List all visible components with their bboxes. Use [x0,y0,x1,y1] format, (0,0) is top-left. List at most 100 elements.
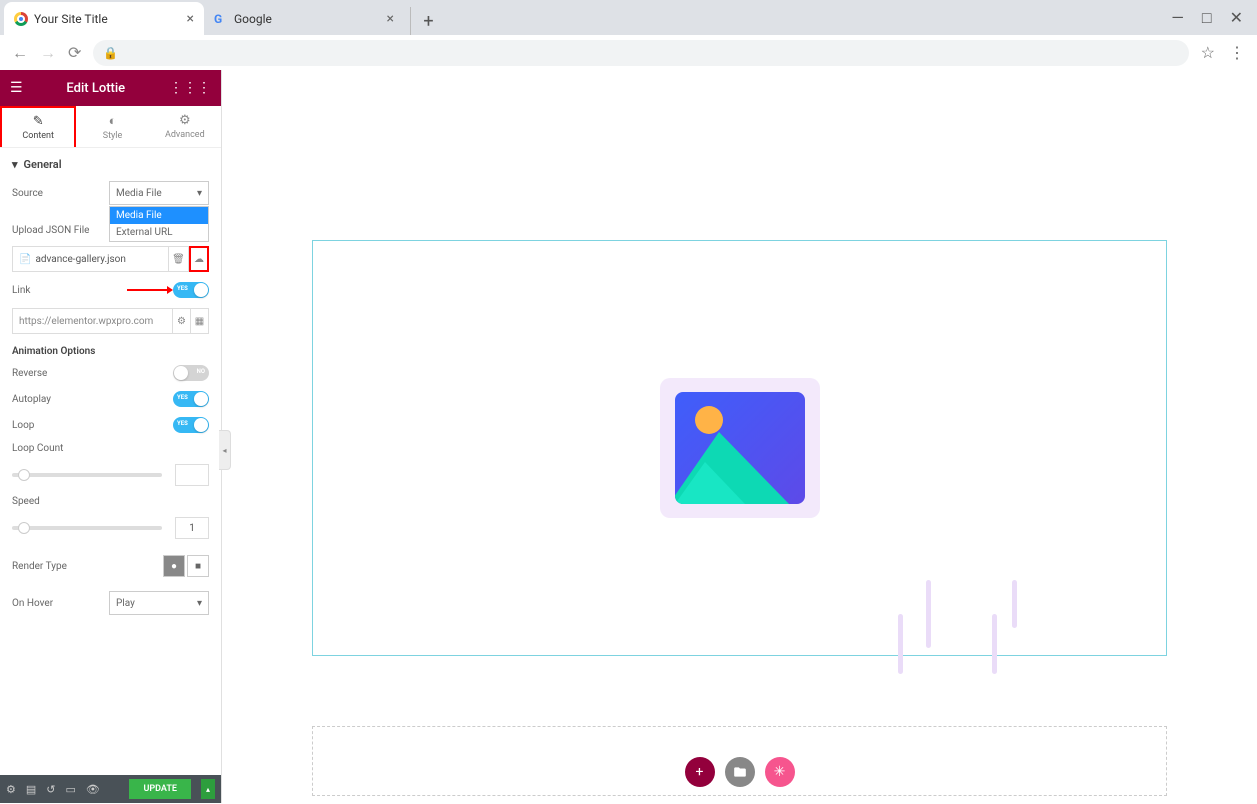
panel-header: ☰ Edit Lottie ⋮⋮⋮ [0,70,221,106]
panel-body: Source Media File ▾ Media File External … [0,181,221,775]
tab-title: Google [234,12,272,26]
section-container[interactable] [312,240,1167,656]
extra-button[interactable]: ✳ [765,757,795,787]
back-icon[interactable]: ← [12,43,28,63]
select-value: Play [116,598,135,609]
update-button[interactable]: UPDATE [129,779,191,799]
file-name: advance-gallery.json [35,254,125,265]
apps-icon[interactable]: ⋮⋮⋮ [169,80,211,96]
browser-chrome: Your Site Title × G Google × + — □ ✕ ← →… [0,0,1257,70]
menu-dots-icon[interactable]: ⋮ [1229,43,1245,62]
source-option-url[interactable]: External URL [110,224,208,241]
maximize-icon[interactable]: □ [1202,8,1212,28]
decoration [926,580,931,648]
history-icon[interactable]: ↺ [46,783,55,796]
add-section-button[interactable]: + [685,757,715,787]
loop-count-label: Loop Count [12,443,63,454]
on-hover-label: On Hover [12,598,53,609]
canvas-area: + ✳ [222,70,1257,803]
panel-footer: ⚙ ▤ ↺ ▭ 👁 UPDATE ▴ [0,775,221,803]
loop-toggle[interactable]: YES [173,417,209,433]
link-url-input[interactable]: https://elementor.wpxpro.com [12,308,173,334]
decoration [992,614,997,674]
tabs-row: Your Site Title × G Google × + — □ ✕ [0,0,1257,35]
lottie-preview [675,392,805,504]
decoration [898,614,903,674]
google-icon: G [214,12,228,26]
new-section-placeholder[interactable]: + ✳ [312,726,1167,796]
contrast-icon: ◐ [109,113,117,129]
preview-icon[interactable]: 👁 [86,783,100,796]
chrome-icon [14,12,28,26]
close-icon[interactable]: × [387,11,394,27]
loop-count-input[interactable] [175,464,209,486]
tab-title: Your Site Title [34,12,108,26]
link-settings-button[interactable]: ⚙ [173,308,191,334]
close-icon[interactable]: × [187,11,194,27]
pencil-icon: ✎ [33,114,44,129]
reverse-toggle[interactable]: NO [173,365,209,381]
lottie-widget[interactable] [660,378,820,518]
section-general-toggle[interactable]: ▾ General [0,148,221,181]
speed-label: Speed [12,496,40,507]
template-button[interactable] [725,757,755,787]
navigator-icon[interactable]: ▤ [26,783,36,796]
lock-icon: 🔒 [103,46,118,60]
on-hover-select[interactable]: Play ▾ [109,591,209,615]
autoplay-label: Autoplay [12,394,51,405]
source-option-media[interactable]: Media File [110,207,208,224]
tab-style[interactable]: ◐ Style [76,106,148,147]
reload-icon[interactable]: ⟳ [68,43,81,62]
file-icon: 📄 [19,254,31,265]
minimize-icon[interactable]: — [1171,8,1184,27]
update-dropdown[interactable]: ▴ [201,779,215,799]
file-row: 📄 advance-gallery.json 🗑 ☁ [12,246,209,272]
source-label: Source [12,188,43,199]
tab-label: Content [22,131,54,141]
render-canvas-button[interactable]: ■ [187,555,209,577]
source-dropdown: Media File External URL [109,206,209,242]
address-row: ← → ⟳ 🔒 ☆ ⋮ [0,35,1257,70]
speed-slider[interactable] [12,526,162,530]
section-title: General [24,158,62,171]
window-controls: — □ ✕ [1171,0,1257,35]
menu-icon[interactable]: ☰ [10,80,23,96]
tab-inactive[interactable]: G Google × [204,2,404,35]
tab-advanced[interactable]: ⚙ Advanced [149,106,221,147]
decoration [1012,580,1017,628]
new-tab-button[interactable]: + [410,7,438,35]
loop-count-slider[interactable] [12,473,162,477]
forward-icon[interactable]: → [40,43,56,63]
chevron-down-icon: ▾ [197,188,202,199]
render-type-label: Render Type [12,561,67,572]
close-window-icon[interactable]: ✕ [1230,8,1243,27]
tab-content[interactable]: ✎ Content [0,106,76,147]
tab-label: Advanced [165,130,205,140]
panel-tabs: ✎ Content ◐ Style ⚙ Advanced [0,106,221,148]
autoplay-toggle[interactable]: YES [173,391,209,407]
render-svg-button[interactable]: ● [163,555,185,577]
annotation-arrow [127,289,167,291]
reverse-label: Reverse [12,368,47,379]
speed-input[interactable] [175,517,209,539]
link-toggle[interactable]: YES [173,282,209,298]
editor-panel: ☰ Edit Lottie ⋮⋮⋮ ✎ Content ◐ Style ⚙ Ad… [0,70,222,803]
responsive-icon[interactable]: ▭ [66,783,76,796]
star-icon[interactable]: ☆ [1201,43,1215,62]
link-label: Link [12,285,30,296]
caret-down-icon: ▾ [12,158,18,171]
uploaded-file-input[interactable]: 📄 advance-gallery.json [12,246,169,272]
tab-active[interactable]: Your Site Title × [4,2,204,35]
animation-options-heading: Animation Options [12,346,209,357]
tab-label: Style [103,131,123,141]
settings-icon[interactable]: ⚙ [6,783,16,796]
chevron-down-icon: ▾ [197,598,202,609]
source-select[interactable]: Media File ▾ Media File External URL [109,181,209,205]
link-dynamic-button[interactable]: ▦ [191,308,209,334]
delete-file-button[interactable]: 🗑 [169,246,189,272]
select-value: Media File [116,188,162,199]
upload-file-button[interactable]: ☁ [189,246,209,272]
panel-title: Edit Lottie [66,81,125,96]
upload-label: Upload JSON File [12,225,89,236]
url-bar[interactable]: 🔒 [93,40,1188,66]
